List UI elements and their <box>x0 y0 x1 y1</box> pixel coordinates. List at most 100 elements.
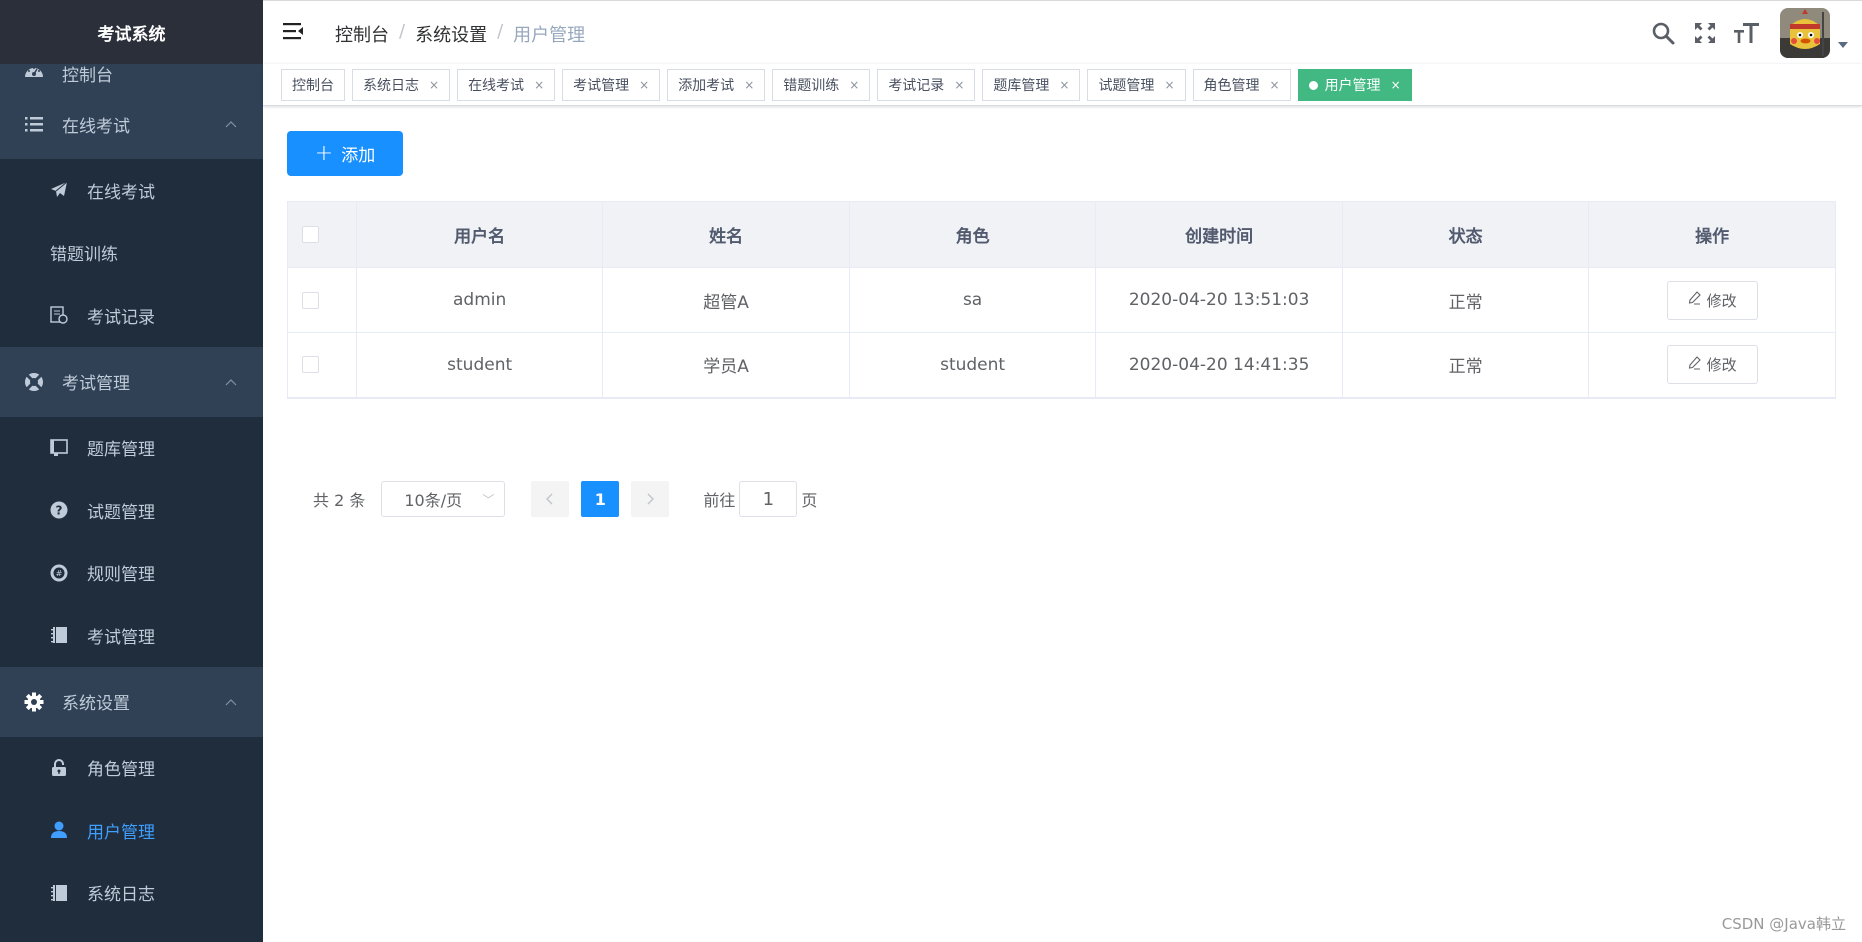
tag-2[interactable]: 在线考试 × <box>457 69 556 101</box>
sidebar-item-exams[interactable]: 考试管理 <box>0 604 263 667</box>
row-checkbox[interactable] <box>302 291 319 309</box>
sidebar-item-label: 考试管理 <box>62 374 130 394</box>
rule-icon: # <box>49 563 69 583</box>
sidebar-item-questions[interactable]: ? 试题管理 <box>0 479 263 542</box>
prev-page-button[interactable] <box>531 481 570 517</box>
close-icon[interactable]: × <box>1270 78 1280 92</box>
jump-page-input[interactable]: 1 <box>739 481 798 517</box>
row-check-cell <box>287 332 357 398</box>
sidebar-item-online-exam-sub[interactable]: 在线考试 <box>0 159 263 222</box>
next-page-button[interactable] <box>631 481 670 517</box>
sidebar-item-label: 系统日志 <box>87 885 155 906</box>
tag-1[interactable]: 系统日志 × <box>352 69 451 101</box>
fullscreen-icon[interactable] <box>1692 20 1718 46</box>
sidebar-item-label: 考试管理 <box>87 627 155 648</box>
close-icon[interactable]: × <box>849 78 859 92</box>
cell-name: 学员A <box>602 332 850 398</box>
plus-icon: + <box>314 140 334 166</box>
sidebar-item-label: 错题训练 <box>50 245 118 266</box>
tag-label: 考试记录 <box>888 78 945 94</box>
watermark: CSDN @Java韩立 <box>1721 915 1846 933</box>
tag-3[interactable]: 考试管理 × <box>562 69 661 101</box>
cell-name: 超管A <box>602 267 850 333</box>
close-icon[interactable]: × <box>1391 78 1401 92</box>
tag-6[interactable]: 考试记录 × <box>877 69 976 101</box>
breadcrumb: 控制台 / 系统设置 / 用户管理 <box>335 21 585 47</box>
tag-label: 考试管理 <box>573 78 630 94</box>
sidebar-item-label: 角色管理 <box>87 760 155 781</box>
close-icon[interactable]: × <box>1059 78 1069 92</box>
page-size-select[interactable]: 10条/页 ﹀ <box>381 481 506 517</box>
sidebar-item-question-bank[interactable]: 题库管理 <box>0 416 263 479</box>
pagination-total: 共 2 条 <box>313 491 366 510</box>
tag-8[interactable]: 试题管理 × <box>1087 69 1186 101</box>
breadcrumb-item-system-settings[interactable]: 系统设置 <box>415 21 487 47</box>
edit-button[interactable]: 修改 <box>1666 280 1758 320</box>
tag-9[interactable]: 角色管理 × <box>1192 69 1291 101</box>
sidebar-item-wrong-questions[interactable]: 错题训练 <box>0 221 263 284</box>
chevron-up-icon <box>225 695 237 709</box>
gear-icon <box>24 692 44 712</box>
tag-7[interactable]: 题库管理 × <box>982 69 1081 101</box>
font-size-icon[interactable] <box>1734 20 1760 46</box>
add-user-button[interactable]: + 添加 <box>287 131 403 176</box>
book-icon <box>49 438 69 458</box>
close-icon[interactable]: × <box>534 78 544 92</box>
breadcrumb-item-current: 用户管理 <box>513 25 586 46</box>
avatar[interactable] <box>1780 8 1830 58</box>
users-table: 用户名 姓名 角色 创建时间 状态 操作 admin 超管A sa 2020-0… <box>287 201 1836 399</box>
cell-actions: 修改 <box>1588 332 1836 398</box>
tag-label: 角色管理 <box>1203 78 1260 94</box>
row-checkbox[interactable] <box>302 356 319 374</box>
edit-icon <box>1688 355 1701 374</box>
cell-created: 2020-04-20 14:41:35 <box>1095 332 1343 398</box>
sidebar-item-users[interactable]: 用户管理 <box>0 799 263 862</box>
tag-4[interactable]: 添加考试 × <box>667 69 766 101</box>
search-icon[interactable] <box>1650 20 1676 46</box>
cell-username: student <box>356 332 604 398</box>
sidebar-item-system-logs[interactable]: 系统日志 <box>0 861 263 924</box>
sidebar-item-roles[interactable]: 角色管理 <box>0 736 263 799</box>
close-icon[interactable]: × <box>954 78 964 92</box>
navbar: 控制台 / 系统设置 / 用户管理 <box>263 0 1862 64</box>
sidebar-item-exam-admin[interactable]: 考试管理 <box>0 346 263 417</box>
close-icon[interactable]: × <box>1164 78 1174 92</box>
svg-text:?: ? <box>56 504 63 518</box>
select-all-checkbox[interactable] <box>302 226 319 243</box>
caret-down-icon[interactable] <box>1838 42 1848 48</box>
add-button-label: 添加 <box>341 146 376 166</box>
cell-status: 正常 <box>1342 267 1590 333</box>
edit-button[interactable]: 修改 <box>1666 345 1758 385</box>
column-header-role: 角色 <box>849 201 1097 268</box>
jump-prefix: 前往 <box>703 491 736 510</box>
sidebar-item-rules[interactable]: # 规则管理 <box>0 541 263 604</box>
page-number-button[interactable]: 1 <box>581 481 620 517</box>
sidebar-item-online-exam[interactable]: 在线考试 <box>0 89 263 159</box>
cell-actions: 修改 <box>1588 267 1836 333</box>
sidebar-item-system-settings[interactable]: 系统设置 <box>0 666 263 737</box>
close-icon[interactable]: × <box>639 78 649 92</box>
svg-text:#: # <box>56 569 63 578</box>
row-check-cell <box>287 267 357 333</box>
table-header-row: 用户名 姓名 角色 创建时间 状态 操作 <box>287 201 1836 268</box>
sidebar-item-exam-records[interactable]: 考试记录 <box>0 284 263 347</box>
pagination: 共 2 条 10条/页 ﹀ 1 前往 1 页 <box>313 480 817 518</box>
close-icon[interactable]: × <box>744 78 754 92</box>
tag-0[interactable]: 控制台 <box>281 69 345 101</box>
tag-5[interactable]: 错题训练 × <box>772 69 871 101</box>
breadcrumb-separator: / <box>497 21 504 42</box>
hamburger-icon[interactable] <box>283 21 305 41</box>
sidebar: 考试系统 控制台 在线考试 在线考试 错题训练 考试记录 考试管理 题库管理? 试题管理 # 规则… <box>0 0 263 942</box>
question-icon: ? <box>49 500 69 520</box>
sidebar-item-label: 规则管理 <box>87 565 155 586</box>
tag-10[interactable]: 用户管理 × <box>1297 69 1412 101</box>
notebook-icon <box>49 625 69 645</box>
app-root: 考试系统 控制台 在线考试 在线考试 错题训练 考试记录 考试管理 题库管理? 试题管理 # 规则… <box>0 0 1862 942</box>
breadcrumb-item-dashboard[interactable]: 控制台 <box>335 21 389 47</box>
lifebuoy-icon <box>24 372 44 392</box>
close-icon[interactable]: × <box>429 78 439 92</box>
lock-icon <box>49 758 69 778</box>
tag-label: 用户管理 <box>1324 78 1381 94</box>
record-icon <box>49 305 69 325</box>
tag-label: 系统日志 <box>363 78 419 94</box>
